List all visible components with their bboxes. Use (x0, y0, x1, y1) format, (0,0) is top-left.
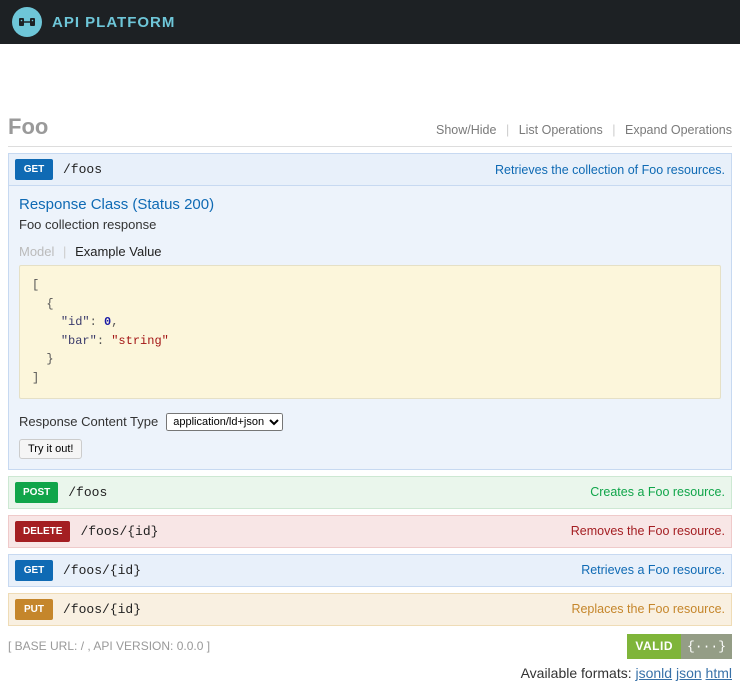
format-json-link[interactable]: json (676, 665, 702, 681)
valid-label: VALID (627, 634, 681, 659)
content-type-select[interactable]: application/ld+json (166, 413, 283, 431)
tab-example-value[interactable]: Example Value (75, 244, 161, 259)
operation-summary: Replaces the Foo resource. (571, 602, 725, 616)
format-jsonld-link[interactable]: jsonld (635, 665, 672, 681)
method-badge-put: PUT (15, 599, 53, 620)
sep: | (506, 123, 509, 137)
footer-row: [ BASE URL: / , API VERSION: 0.0.0 ] VAL… (8, 634, 732, 659)
show-hide-link[interactable]: Show/Hide (436, 123, 496, 137)
operation-body: Response Class (Status 200) Foo collecti… (8, 186, 732, 470)
operation-put-foo: PUT /foos/{id} Replaces the Foo resource… (8, 593, 732, 626)
tab-model[interactable]: Model (19, 244, 54, 259)
resource-links: Show/Hide | List Operations | Expand Ope… (436, 123, 732, 137)
sep: | (612, 123, 615, 137)
operation-summary: Removes the Foo resource. (571, 524, 725, 538)
operation-post-foos: POST /foos Creates a Foo resource. (8, 476, 732, 509)
method-badge-delete: DELETE (15, 521, 70, 542)
formats-label: Available formats: (521, 665, 632, 681)
operation-summary: Retrieves a Foo resource. (581, 563, 725, 577)
operation-header[interactable]: PUT /foos/{id} Replaces the Foo resource… (8, 593, 732, 626)
braces-icon: {···} (681, 634, 732, 659)
operation-path: /foos (63, 162, 102, 177)
method-badge-post: POST (15, 482, 58, 503)
operation-header[interactable]: POST /foos Creates a Foo resource. (8, 476, 732, 509)
format-html-link[interactable]: html (706, 665, 732, 681)
operation-delete-foo: DELETE /foos/{id} Removes the Foo resour… (8, 515, 732, 548)
operation-path: /foos/{id} (80, 524, 158, 539)
method-badge-get: GET (15, 560, 53, 581)
operation-path: /foos/{id} (63, 563, 141, 578)
expand-operations-link[interactable]: Expand Operations (625, 123, 732, 137)
operation-header[interactable]: GET /foos/{id} Retrieves a Foo resource. (8, 554, 732, 587)
brand-title: API PLATFORM (52, 14, 175, 31)
operation-get-foo: GET /foos/{id} Retrieves a Foo resource. (8, 554, 732, 587)
logo-icon (12, 7, 42, 37)
response-subtitle: Foo collection response (19, 217, 721, 232)
list-operations-link[interactable]: List Operations (519, 123, 603, 137)
content-type-row: Response Content Type application/ld+jso… (19, 413, 721, 431)
operation-path: /foos/{id} (63, 602, 141, 617)
operation-get-foos: GET /foos Retrieves the collection of Fo… (8, 153, 732, 470)
valid-badge[interactable]: VALID {···} (627, 634, 732, 659)
operation-header[interactable]: GET /foos Retrieves the collection of Fo… (8, 153, 732, 186)
response-class-title: Response Class (Status 200) (19, 196, 721, 213)
topbar: API PLATFORM (0, 0, 740, 44)
operation-summary: Creates a Foo resource. (590, 485, 725, 499)
content-type-label: Response Content Type (19, 414, 158, 429)
resource-header: Foo Show/Hide | List Operations | Expand… (8, 114, 732, 147)
base-url-text: [ BASE URL: / , API VERSION: 0.0.0 ] (8, 639, 210, 653)
method-badge-get: GET (15, 159, 53, 180)
page-content: Foo Show/Hide | List Operations | Expand… (0, 44, 740, 689)
operation-header[interactable]: DELETE /foos/{id} Removes the Foo resour… (8, 515, 732, 548)
resource-title[interactable]: Foo (8, 114, 48, 140)
operation-summary: Retrieves the collection of Foo resource… (495, 163, 725, 177)
try-it-out-button[interactable]: Try it out! (19, 439, 82, 459)
sep: | (63, 244, 66, 259)
formats-row: Available formats: jsonld json html (8, 665, 732, 681)
response-tabs: Model | Example Value (19, 244, 721, 259)
example-value-code: [ { "id": 0, "bar": "string" } ] (19, 265, 721, 399)
operation-path: /foos (68, 485, 107, 500)
